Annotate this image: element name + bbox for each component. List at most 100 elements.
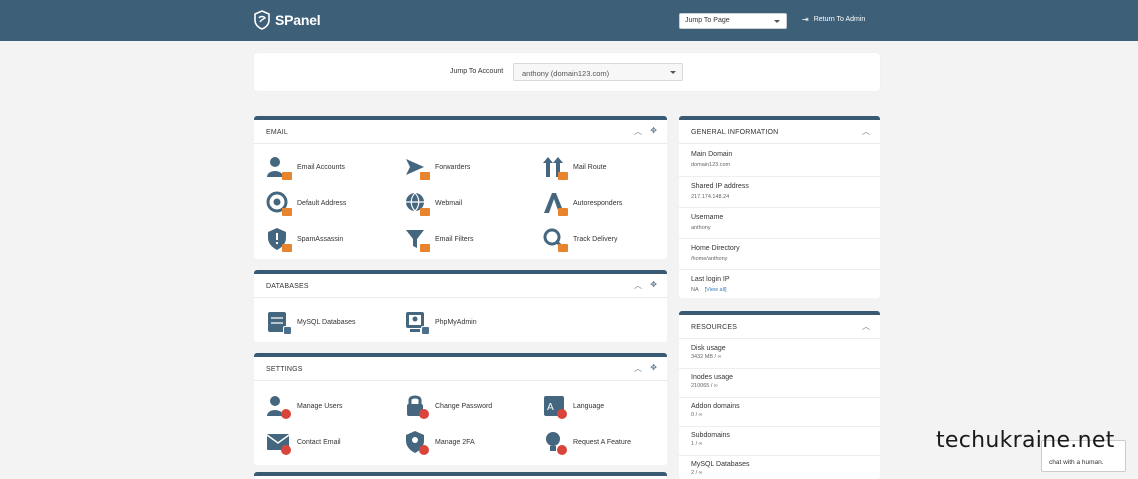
brand-name: SPanel: [275, 12, 321, 28]
contact-email-label: Contact Email: [297, 438, 341, 446]
collapse-icon[interactable]: ︿: [634, 126, 642, 137]
chat-text: chat with a human.: [1049, 459, 1104, 466]
email-accounts-label: Email Accounts: [297, 163, 345, 171]
collapse-icon[interactable]: ︿: [634, 363, 642, 374]
general-info-title: GENERAL INFORMATION: [691, 129, 779, 136]
collapse-icon[interactable]: ︿: [862, 321, 870, 332]
manage-2fa-item[interactable]: Manage 2FA: [404, 430, 475, 455]
jump-to-page-select[interactable]: Jump To Page: [679, 13, 787, 29]
addon-domains-value: 0 / ∞: [691, 412, 703, 418]
language-item[interactable]: A Language: [542, 394, 605, 419]
home-directory-value: /home/anthony: [691, 256, 728, 262]
return-to-admin-link[interactable]: ⇥ Return To Admin: [802, 15, 865, 24]
last-login-value: NA [View all]: [691, 287, 727, 293]
return-to-admin-label: Return To Admin: [813, 16, 866, 23]
forwarders-item[interactable]: Forwarders: [404, 155, 471, 180]
jump-to-account-panel: Jump To Account anthony (domain123.com): [254, 53, 880, 91]
phpmyadmin-icon: [404, 310, 430, 335]
email-card-title: EMAIL: [266, 129, 289, 136]
language-gear-icon: A: [542, 394, 567, 419]
inodes-usage-key: Inodes usage: [691, 374, 734, 381]
collapse-icon[interactable]: ︿: [862, 126, 870, 137]
user-email-icon: [266, 155, 292, 180]
email-card-header: EMAIL ︿ ✥: [254, 120, 667, 144]
email-filters-label: Email Filters: [435, 235, 474, 243]
mysql-databases-label: MySQL Databases: [297, 318, 356, 326]
manage-users-item[interactable]: Manage Users: [266, 394, 343, 419]
forwarders-label: Forwarders: [435, 163, 471, 171]
phpmyadmin-label: PhpMyAdmin: [435, 318, 477, 326]
email-card: EMAIL ︿ ✥ Email Accounts Forwarders Mail…: [254, 116, 667, 259]
contact-email-item[interactable]: Contact Email: [266, 430, 341, 455]
disk-usage-key: Disk usage: [691, 345, 726, 352]
jump-to-page-label: Jump To Page: [685, 17, 730, 24]
mysql-databases-value: 2 / ∞: [691, 470, 703, 476]
username-value: anthony: [691, 225, 711, 231]
username-row: Username anthony: [679, 208, 880, 239]
mail-route-item[interactable]: Mail Route: [542, 155, 607, 180]
settings-card: SETTINGS ︿ ✥ Manage Users Change Passwor…: [254, 353, 667, 465]
manage-2fa-label: Manage 2FA: [435, 438, 475, 446]
general-info-header: GENERAL INFORMATION ︿: [679, 120, 880, 144]
mail-route-label: Mail Route: [573, 163, 607, 171]
main-domain-value: domain123.com: [691, 162, 731, 168]
twofa-gear-icon: [404, 430, 429, 455]
collapse-icon[interactable]: ︿: [634, 280, 642, 291]
home-directory-key: Home Directory: [691, 245, 740, 252]
move-icon[interactable]: ✥: [650, 280, 657, 289]
spamassassin-label: SpamAssassin: [297, 235, 344, 243]
chevron-down-icon: [670, 71, 676, 74]
shared-ip-value: 217.174.148.24: [691, 194, 730, 200]
settings-card-title: SETTINGS: [266, 366, 303, 373]
envelope-gear-icon: [266, 430, 291, 455]
brand-logo[interactable]: SPanel: [254, 10, 321, 30]
mysql-databases-key: MySQL Databases: [691, 461, 750, 468]
autoresponders-item[interactable]: Autoresponders: [542, 191, 623, 216]
search-email-icon: [542, 227, 568, 252]
addon-domains-key: Addon domains: [691, 403, 740, 410]
shield-email-icon: [266, 227, 292, 252]
next-card: [254, 472, 667, 479]
spanel-logo-icon: [254, 10, 270, 30]
change-password-item[interactable]: Change Password: [404, 394, 493, 419]
view-all-link[interactable]: [View all]: [705, 287, 727, 293]
users-gear-icon: [266, 394, 291, 419]
jump-to-account-select[interactable]: anthony (domain123.com): [513, 63, 683, 81]
resources-title: RESOURCES: [691, 324, 738, 331]
databases-card: DATABASES ︿ ✥ MySQL Databases PhpMyAdmin: [254, 270, 667, 342]
database-icon: [266, 310, 292, 335]
home-directory-row: Home Directory /home/anthony: [679, 239, 880, 270]
change-password-label: Change Password: [435, 402, 493, 410]
general-info-card: GENERAL INFORMATION ︿ Main Domain domain…: [679, 116, 880, 298]
last-login-ip: NA: [691, 287, 699, 293]
default-address-label: Default Address: [297, 199, 347, 207]
chevron-down-icon: [774, 20, 780, 23]
default-address-item[interactable]: Default Address: [266, 191, 347, 216]
email-filters-item[interactable]: Email Filters: [404, 227, 474, 252]
route-email-icon: [542, 155, 568, 180]
main-domain-key: Main Domain: [691, 151, 733, 158]
webmail-item[interactable]: Webmail: [404, 191, 462, 216]
spamassassin-item[interactable]: SpamAssassin: [266, 227, 344, 252]
at-email-icon: [266, 191, 292, 216]
phpmyadmin-item[interactable]: PhpMyAdmin: [404, 310, 477, 335]
watermark: techukraine.net: [936, 428, 1115, 453]
top-bar: SPanel Jump To Page ⇥ Return To Admin: [0, 0, 1138, 41]
disk-usage-value: 3432 MB / ∞: [691, 354, 722, 360]
main-domain-row: Main Domain domain123.com: [679, 145, 880, 177]
track-delivery-item[interactable]: Track Delivery: [542, 227, 617, 252]
disk-usage-row: Disk usage 3432 MB / ∞: [679, 340, 880, 369]
request-feature-item[interactable]: Request A Feature: [542, 430, 631, 455]
autoresponders-label: Autoresponders: [573, 199, 623, 207]
request-feature-label: Request A Feature: [573, 438, 631, 446]
language-label: Language: [573, 402, 605, 410]
settings-card-header: SETTINGS ︿ ✥: [254, 357, 667, 381]
subdomains-key: Subdomains: [691, 432, 730, 439]
move-icon[interactable]: ✥: [650, 363, 657, 372]
last-login-row: Last login IP NA [View all]: [679, 270, 880, 298]
subdomains-value: 1 / ∞: [691, 441, 703, 447]
databases-card-title: DATABASES: [266, 283, 309, 290]
email-accounts-item[interactable]: Email Accounts: [266, 155, 345, 180]
move-icon[interactable]: ✥: [650, 126, 657, 135]
mysql-databases-item[interactable]: MySQL Databases: [266, 310, 356, 335]
